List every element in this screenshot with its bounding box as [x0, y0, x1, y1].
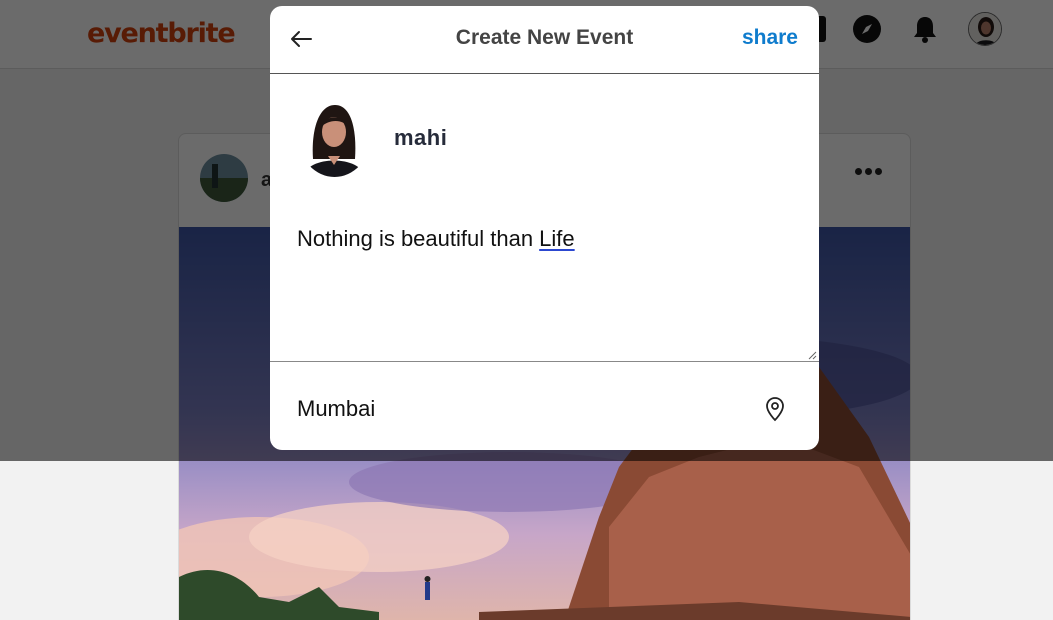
author-avatar [299, 99, 370, 177]
caption-prefix: Nothing is beautiful than [297, 226, 540, 251]
share-button[interactable]: share [742, 26, 798, 50]
modal-title: Create New Event [455, 26, 634, 49]
location-pin-icon[interactable] [764, 396, 786, 422]
location-field[interactable]: Mumbai [297, 396, 375, 422]
caption-text[interactable]: Nothing is beautiful than Life [297, 226, 575, 252]
resize-grip-icon[interactable] [807, 350, 817, 360]
create-event-modal: Create New Event share mahi Nothing is b… [270, 6, 819, 450]
author-name: mahi [394, 125, 448, 150]
modal-header: Create New Event share [270, 6, 819, 74]
spellcheck-word: Life [539, 226, 575, 251]
